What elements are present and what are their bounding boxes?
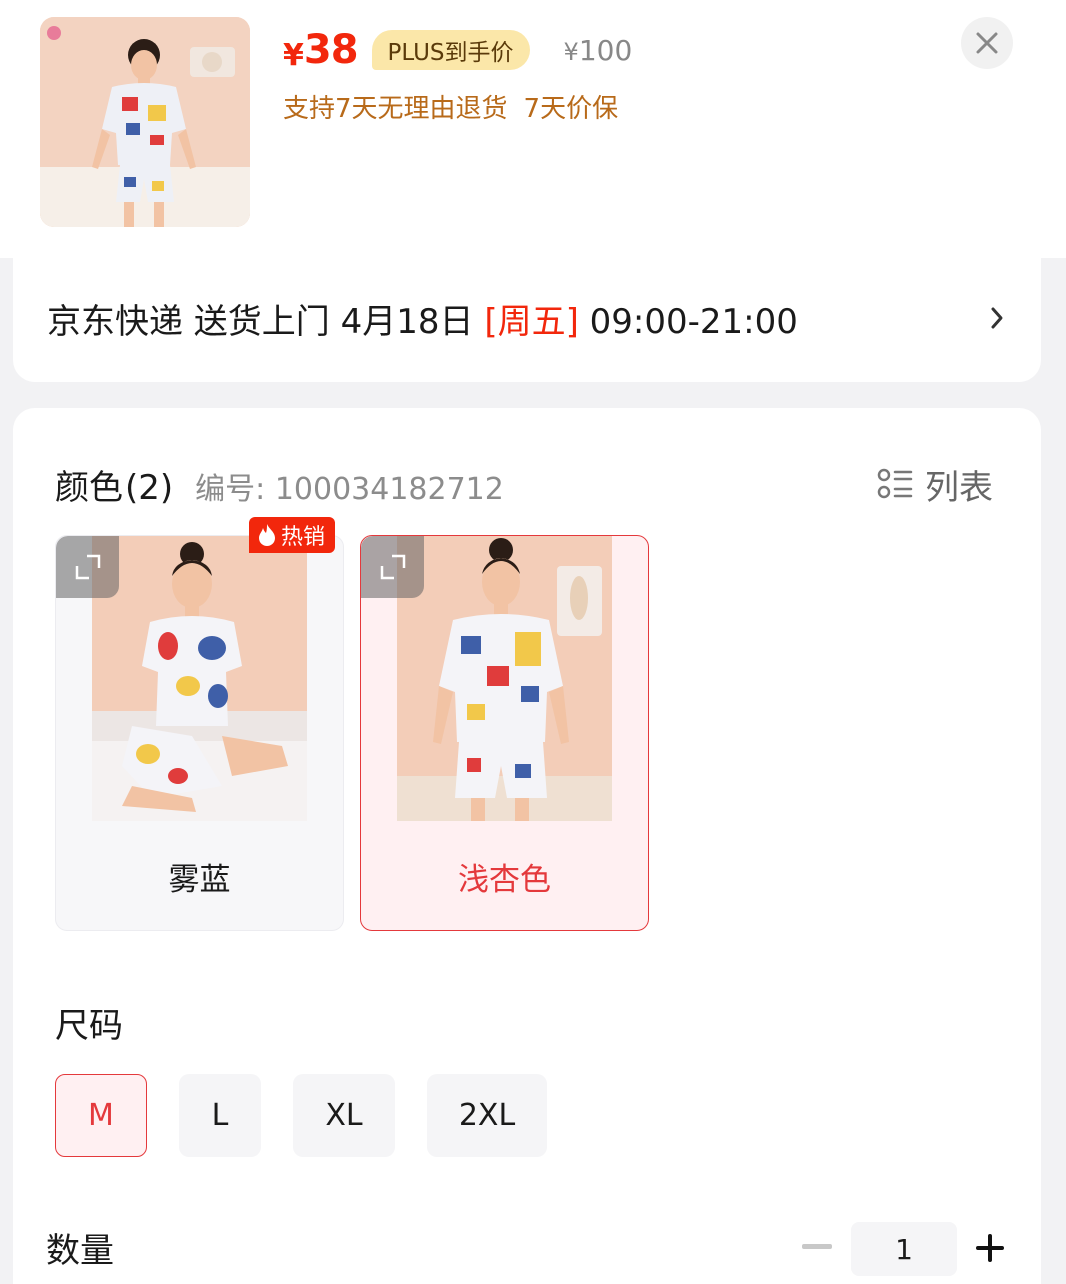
price-currency: ¥ (283, 37, 304, 73)
color-option-label: 雾蓝 (168, 862, 231, 898)
plus-price-badge: PLUS到手价 (371, 30, 530, 70)
original-price-value: 100 (578, 33, 633, 67)
product-thumbnail[interactable] (40, 17, 250, 227)
service-guarantees: 支持7天无理由退货 7天价保 (283, 88, 618, 125)
size-option-l[interactable]: L (179, 1074, 261, 1157)
zoom-button[interactable] (361, 536, 424, 598)
delivery-time-window: 09:00-21:00 (578, 302, 798, 342)
quantity-input[interactable]: 1 (851, 1222, 957, 1276)
color-count: (2) (125, 468, 174, 508)
spec-selection-card: 颜色 (2) 编号: 100034182712 列表 热销 雾蓝 浅杏色 尺码 … (13, 408, 1041, 1284)
minus-icon (802, 1244, 832, 1249)
quantity-decrease-button[interactable] (801, 1231, 833, 1263)
expand-icon (75, 554, 100, 580)
size-option-2xl[interactable]: 2XL (427, 1074, 547, 1157)
product-summary-header: ¥ 38 PLUS到手价 ¥100 支持7天无理由退货 7天价保 (0, 0, 1066, 258)
color-option-label: 浅杏色 (458, 862, 551, 898)
delivery-weekday: [周五] (484, 302, 579, 342)
service-return-policy: 支持7天无理由退货 (283, 94, 508, 124)
list-view-icon (877, 468, 913, 498)
list-view-label: 列表 (925, 468, 993, 508)
size-option-xl[interactable]: XL (293, 1074, 395, 1157)
color-section-title: 颜色 (55, 468, 123, 508)
color-option-mist-blue[interactable]: 雾蓝 (55, 535, 344, 931)
delivery-method-date: 京东快递 送货上门 4月18日 (47, 302, 485, 342)
color-section-header: 颜色 (2) 编号: 100034182712 (55, 460, 504, 509)
hot-sale-tag: 热销 (249, 517, 336, 553)
color-option-light-apricot[interactable]: 浅杏色 (360, 535, 649, 931)
size-section-title: 尺码 (55, 1006, 123, 1046)
list-view-toggle[interactable]: 列表 (877, 460, 993, 509)
close-icon (976, 32, 998, 54)
product-photo-illustration (40, 17, 250, 227)
flame-icon (259, 524, 275, 546)
close-button[interactable] (961, 17, 1013, 69)
original-price: ¥100 (564, 34, 633, 67)
zoom-button[interactable] (56, 536, 119, 598)
plus-icon (976, 1234, 1004, 1262)
price-value: 38 (303, 27, 359, 73)
hot-sale-label: 热销 (281, 525, 326, 550)
original-price-currency: ¥ (563, 37, 579, 66)
quantity-label: 数量 (46, 1231, 114, 1271)
expand-icon (380, 554, 405, 580)
quantity-increase-button[interactable] (973, 1231, 1007, 1265)
sku-number: 编号: 100034182712 (195, 472, 504, 507)
service-price-protection: 7天价保 (523, 94, 619, 124)
color-option-image (92, 536, 307, 821)
size-option-m[interactable]: M (55, 1074, 147, 1157)
scrolled-text-remnant (53, 258, 643, 262)
delivery-info: 京东快递 送货上门 4月18日 [周五] 09:00-21:00 (47, 294, 798, 343)
chevron-right-icon (985, 298, 1009, 338)
price-row: ¥ 38 PLUS到手价 ¥100 (283, 24, 632, 76)
delivery-card[interactable]: 京东快递 送货上门 4月18日 [周五] 09:00-21:00 (13, 258, 1041, 382)
color-option-image (397, 536, 612, 821)
